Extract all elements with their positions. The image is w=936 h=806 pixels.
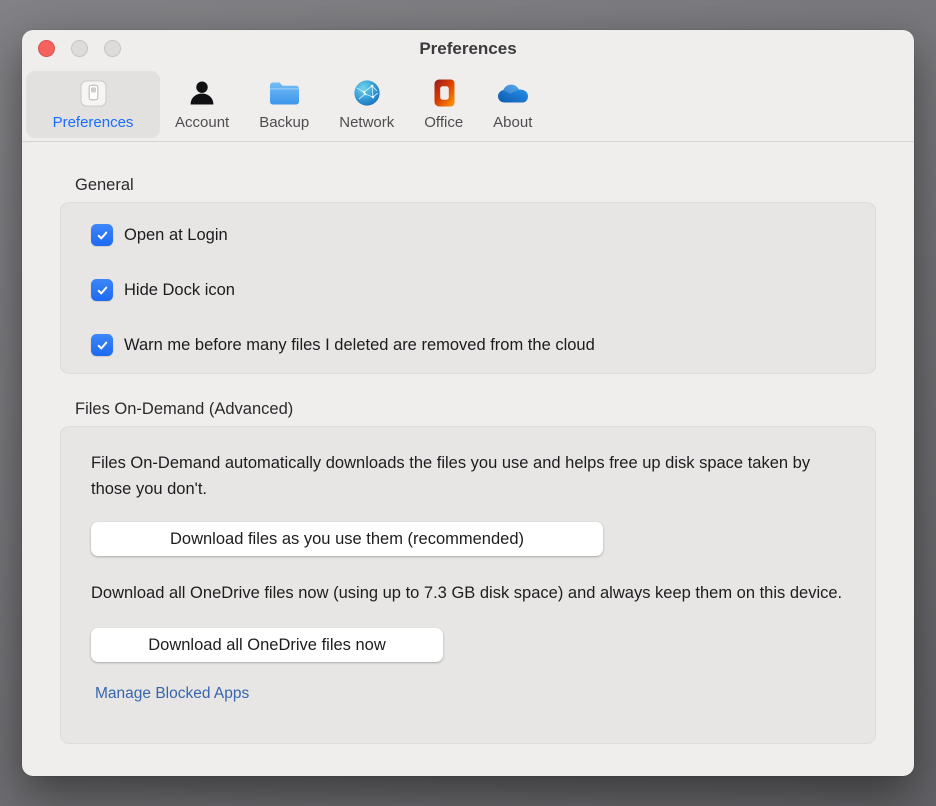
tab-about-label: About xyxy=(493,114,533,131)
window-title: Preferences xyxy=(419,39,517,58)
tab-preferences-label: Preferences xyxy=(52,114,134,131)
tab-network[interactable]: Network xyxy=(324,71,409,138)
checkmark-icon xyxy=(97,341,107,349)
toolbar: Preferences Account Backup Network Offic… xyxy=(26,71,547,141)
open-at-login-label: Open at Login xyxy=(124,225,228,244)
warn-before-delete-checkbox[interactable] xyxy=(91,334,113,356)
manage-blocked-apps-link[interactable]: Manage Blocked Apps xyxy=(95,685,249,703)
tab-backup-label: Backup xyxy=(259,114,310,131)
titlebar: Preferences xyxy=(22,30,914,70)
tab-network-label: Network xyxy=(339,114,395,131)
tab-about[interactable]: About xyxy=(478,71,547,138)
checkmark-icon xyxy=(97,231,107,239)
folder-icon xyxy=(268,77,301,109)
files-on-demand-description: Files On-Demand automatically downloads … xyxy=(91,454,811,498)
content-area: General Open at Login Hide Dock icon War… xyxy=(22,142,914,744)
tab-backup[interactable]: Backup xyxy=(244,71,324,138)
preferences-window: Preferences Preferences Account Backup N… xyxy=(22,30,914,776)
tab-office-label: Office xyxy=(424,114,464,131)
tab-account-label: Account xyxy=(175,114,230,131)
hide-dock-icon-label: Hide Dock icon xyxy=(124,280,235,299)
files-on-demand-section-title: Files On-Demand (Advanced) xyxy=(75,400,294,418)
warn-before-delete-label: Warn me before many files I deleted are … xyxy=(124,335,595,354)
download-all-description: Download all OneDrive files now (using u… xyxy=(91,584,843,602)
person-icon xyxy=(187,77,217,109)
checkbox-row-warn-before-delete[interactable]: Warn me before many files I deleted are … xyxy=(91,334,845,356)
switch-icon xyxy=(79,77,108,109)
download-as-used-button[interactable]: Download files as you use them (recommen… xyxy=(91,522,603,556)
checkbox-row-hide-dock-icon[interactable]: Hide Dock icon xyxy=(91,279,845,301)
download-all-button[interactable]: Download all OneDrive files now xyxy=(91,628,443,662)
onedrive-cloud-icon xyxy=(496,77,530,109)
globe-icon xyxy=(352,77,382,109)
office-logo-icon xyxy=(430,77,458,109)
tab-account[interactable]: Account xyxy=(160,71,244,138)
general-section-title: General xyxy=(75,176,134,194)
hide-dock-icon-checkbox[interactable] xyxy=(91,279,113,301)
general-panel: Open at Login Hide Dock icon Warn me bef… xyxy=(60,202,876,374)
files-on-demand-panel: Files On-Demand automatically downloads … xyxy=(60,426,876,744)
tab-preferences[interactable]: Preferences xyxy=(26,71,160,138)
checkbox-row-open-at-login[interactable]: Open at Login xyxy=(91,224,845,246)
checkmark-icon xyxy=(97,286,107,294)
open-at-login-checkbox[interactable] xyxy=(91,224,113,246)
tab-office[interactable]: Office xyxy=(409,71,478,138)
